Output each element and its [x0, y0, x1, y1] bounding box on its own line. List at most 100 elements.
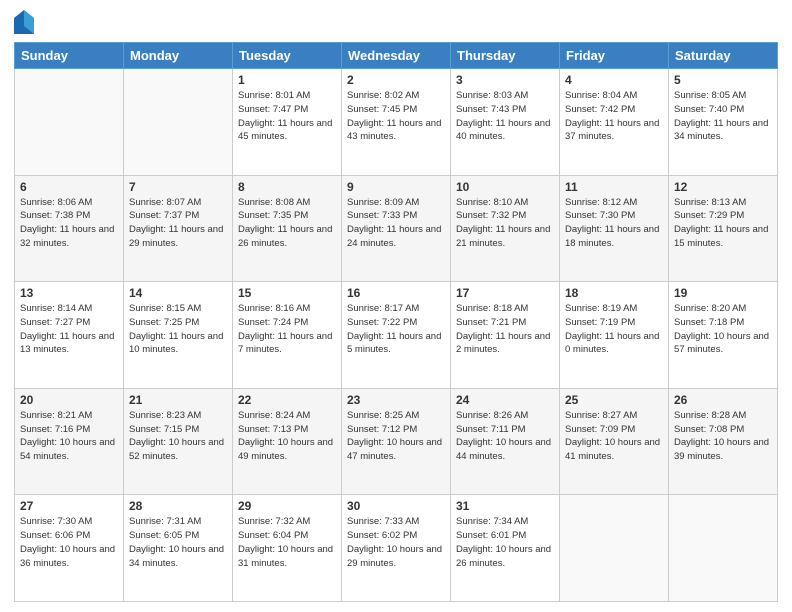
day-number: 6	[20, 180, 118, 194]
day-info: Sunrise: 8:03 AM Sunset: 7:43 PM Dayligh…	[456, 89, 554, 144]
day-info: Sunrise: 8:28 AM Sunset: 7:08 PM Dayligh…	[674, 409, 772, 464]
calendar-cell: 19 Sunrise: 8:20 AM Sunset: 7:18 PM Dayli…	[669, 282, 778, 389]
day-info: Sunrise: 7:30 AM Sunset: 6:06 PM Dayligh…	[20, 515, 118, 570]
calendar-cell: 22 Sunrise: 8:24 AM Sunset: 7:13 PM Dayli…	[233, 388, 342, 495]
logo	[14, 10, 38, 34]
day-info: Sunrise: 8:06 AM Sunset: 7:38 PM Dayligh…	[20, 196, 118, 251]
day-info: Sunrise: 7:33 AM Sunset: 6:02 PM Dayligh…	[347, 515, 445, 570]
day-info: Sunrise: 8:17 AM Sunset: 7:22 PM Dayligh…	[347, 302, 445, 357]
calendar-header: SundayMondayTuesdayWednesdayThursdayFrid…	[15, 43, 778, 69]
day-info: Sunrise: 8:23 AM Sunset: 7:15 PM Dayligh…	[129, 409, 227, 464]
day-info: Sunrise: 8:21 AM Sunset: 7:16 PM Dayligh…	[20, 409, 118, 464]
calendar-cell: 12 Sunrise: 8:13 AM Sunset: 7:29 PM Dayli…	[669, 175, 778, 282]
calendar-cell: 7 Sunrise: 8:07 AM Sunset: 7:37 PM Daylig…	[124, 175, 233, 282]
day-info: Sunrise: 8:05 AM Sunset: 7:40 PM Dayligh…	[674, 89, 772, 144]
day-number: 31	[456, 499, 554, 513]
calendar-cell: 9 Sunrise: 8:09 AM Sunset: 7:33 PM Daylig…	[342, 175, 451, 282]
day-number: 24	[456, 393, 554, 407]
calendar-cell: 1 Sunrise: 8:01 AM Sunset: 7:47 PM Daylig…	[233, 69, 342, 176]
day-number: 5	[674, 73, 772, 87]
day-info: Sunrise: 8:09 AM Sunset: 7:33 PM Dayligh…	[347, 196, 445, 251]
day-info: Sunrise: 8:08 AM Sunset: 7:35 PM Dayligh…	[238, 196, 336, 251]
day-number: 18	[565, 286, 663, 300]
day-number: 22	[238, 393, 336, 407]
day-info: Sunrise: 8:07 AM Sunset: 7:37 PM Dayligh…	[129, 196, 227, 251]
day-info: Sunrise: 8:15 AM Sunset: 7:25 PM Dayligh…	[129, 302, 227, 357]
weekday-header-saturday: Saturday	[669, 43, 778, 69]
day-info: Sunrise: 8:18 AM Sunset: 7:21 PM Dayligh…	[456, 302, 554, 357]
calendar-cell: 10Sunrise: 8:10 AM Sunset: 7:32 PM Dayli…	[451, 175, 560, 282]
day-number: 25	[565, 393, 663, 407]
day-info: Sunrise: 8:19 AM Sunset: 7:19 PM Dayligh…	[565, 302, 663, 357]
calendar-cell: 2 Sunrise: 8:02 AM Sunset: 7:45 PM Daylig…	[342, 69, 451, 176]
day-info: Sunrise: 8:20 AM Sunset: 7:18 PM Dayligh…	[674, 302, 772, 357]
calendar-cell: 30 Sunrise: 7:33 AM Sunset: 6:02 PM Dayli…	[342, 495, 451, 602]
calendar-cell: 27 Sunrise: 7:30 AM Sunset: 6:06 PM Dayli…	[15, 495, 124, 602]
day-info: Sunrise: 8:16 AM Sunset: 7:24 PM Dayligh…	[238, 302, 336, 357]
weekday-header-wednesday: Wednesday	[342, 43, 451, 69]
calendar-cell: 23Sunrise: 8:25 AM Sunset: 7:12 PM Dayli…	[342, 388, 451, 495]
weekday-header-sunday: Sunday	[15, 43, 124, 69]
day-info: Sunrise: 8:02 AM Sunset: 7:45 PM Dayligh…	[347, 89, 445, 144]
day-info: Sunrise: 8:12 AM Sunset: 7:30 PM Dayligh…	[565, 196, 663, 251]
calendar-cell: 13 Sunrise: 8:14 AM Sunset: 7:27 PM Dayli…	[15, 282, 124, 389]
day-number: 4	[565, 73, 663, 87]
calendar-cell: 20 Sunrise: 8:21 AM Sunset: 7:16 PM Dayli…	[15, 388, 124, 495]
weekday-header-monday: Monday	[124, 43, 233, 69]
weekday-header-tuesday: Tuesday	[233, 43, 342, 69]
day-number: 2	[347, 73, 445, 87]
day-number: 11	[565, 180, 663, 194]
day-number: 16	[347, 286, 445, 300]
calendar-cell: 24 Sunrise: 8:26 AM Sunset: 7:11 PM Dayli…	[451, 388, 560, 495]
day-number: 23	[347, 393, 445, 407]
calendar-table: SundayMondayTuesdayWednesdayThursdayFrid…	[14, 42, 778, 602]
day-number: 14	[129, 286, 227, 300]
calendar-cell: 18 Sunrise: 8:19 AM Sunset: 7:19 PM Dayli…	[560, 282, 669, 389]
day-info: Sunrise: 7:32 AM Sunset: 6:04 PM Dayligh…	[238, 515, 336, 570]
calendar-cell	[124, 69, 233, 176]
day-info: Sunrise: 8:26 AM Sunset: 7:11 PM Dayligh…	[456, 409, 554, 464]
day-number: 27	[20, 499, 118, 513]
day-info: Sunrise: 8:13 AM Sunset: 7:29 PM Dayligh…	[674, 196, 772, 251]
day-number: 3	[456, 73, 554, 87]
calendar-cell	[669, 495, 778, 602]
calendar-cell: 29 Sunrise: 7:32 AM Sunset: 6:04 PM Dayli…	[233, 495, 342, 602]
day-number: 28	[129, 499, 227, 513]
calendar-cell: 17 Sunrise: 8:18 AM Sunset: 7:21 PM Dayli…	[451, 282, 560, 389]
calendar-cell: 4Sunrise: 8:04 AM Sunset: 7:42 PM Daylig…	[560, 69, 669, 176]
calendar-cell: 31 Sunrise: 7:34 AM Sunset: 6:01 PM Dayli…	[451, 495, 560, 602]
calendar-cell: 8 Sunrise: 8:08 AM Sunset: 7:35 PM Daylig…	[233, 175, 342, 282]
weekday-header-thursday: Thursday	[451, 43, 560, 69]
day-number: 12	[674, 180, 772, 194]
day-info: Sunrise: 8:10 AM Sunset: 7:32 PM Dayligh…	[456, 196, 554, 251]
day-info: Sunrise: 7:31 AM Sunset: 6:05 PM Dayligh…	[129, 515, 227, 570]
day-number: 15	[238, 286, 336, 300]
logo-icon	[14, 10, 34, 34]
calendar-cell: 28 Sunrise: 7:31 AM Sunset: 6:05 PM Dayli…	[124, 495, 233, 602]
day-number: 26	[674, 393, 772, 407]
day-number: 13	[20, 286, 118, 300]
day-number: 9	[347, 180, 445, 194]
day-number: 29	[238, 499, 336, 513]
day-number: 1	[238, 73, 336, 87]
day-number: 17	[456, 286, 554, 300]
day-number: 8	[238, 180, 336, 194]
day-number: 19	[674, 286, 772, 300]
calendar-cell: 26 Sunrise: 8:28 AM Sunset: 7:08 PM Dayli…	[669, 388, 778, 495]
calendar-cell: 3 Sunrise: 8:03 AM Sunset: 7:43 PM Daylig…	[451, 69, 560, 176]
day-number: 21	[129, 393, 227, 407]
calendar-cell: 6 Sunrise: 8:06 AM Sunset: 7:38 PM Daylig…	[15, 175, 124, 282]
day-info: Sunrise: 7:34 AM Sunset: 6:01 PM Dayligh…	[456, 515, 554, 570]
calendar-cell	[15, 69, 124, 176]
calendar-cell: 14 Sunrise: 8:15 AM Sunset: 7:25 PM Dayli…	[124, 282, 233, 389]
day-info: Sunrise: 8:27 AM Sunset: 7:09 PM Dayligh…	[565, 409, 663, 464]
day-info: Sunrise: 8:24 AM Sunset: 7:13 PM Dayligh…	[238, 409, 336, 464]
day-info: Sunrise: 8:14 AM Sunset: 7:27 PM Dayligh…	[20, 302, 118, 357]
calendar-cell: 16 Sunrise: 8:17 AM Sunset: 7:22 PM Dayli…	[342, 282, 451, 389]
calendar-cell: 5 Sunrise: 8:05 AM Sunset: 7:40 PM Daylig…	[669, 69, 778, 176]
day-number: 30	[347, 499, 445, 513]
day-info: Sunrise: 8:01 AM Sunset: 7:47 PM Dayligh…	[238, 89, 336, 144]
day-number: 20	[20, 393, 118, 407]
page-header	[14, 10, 778, 34]
day-number: 7	[129, 180, 227, 194]
